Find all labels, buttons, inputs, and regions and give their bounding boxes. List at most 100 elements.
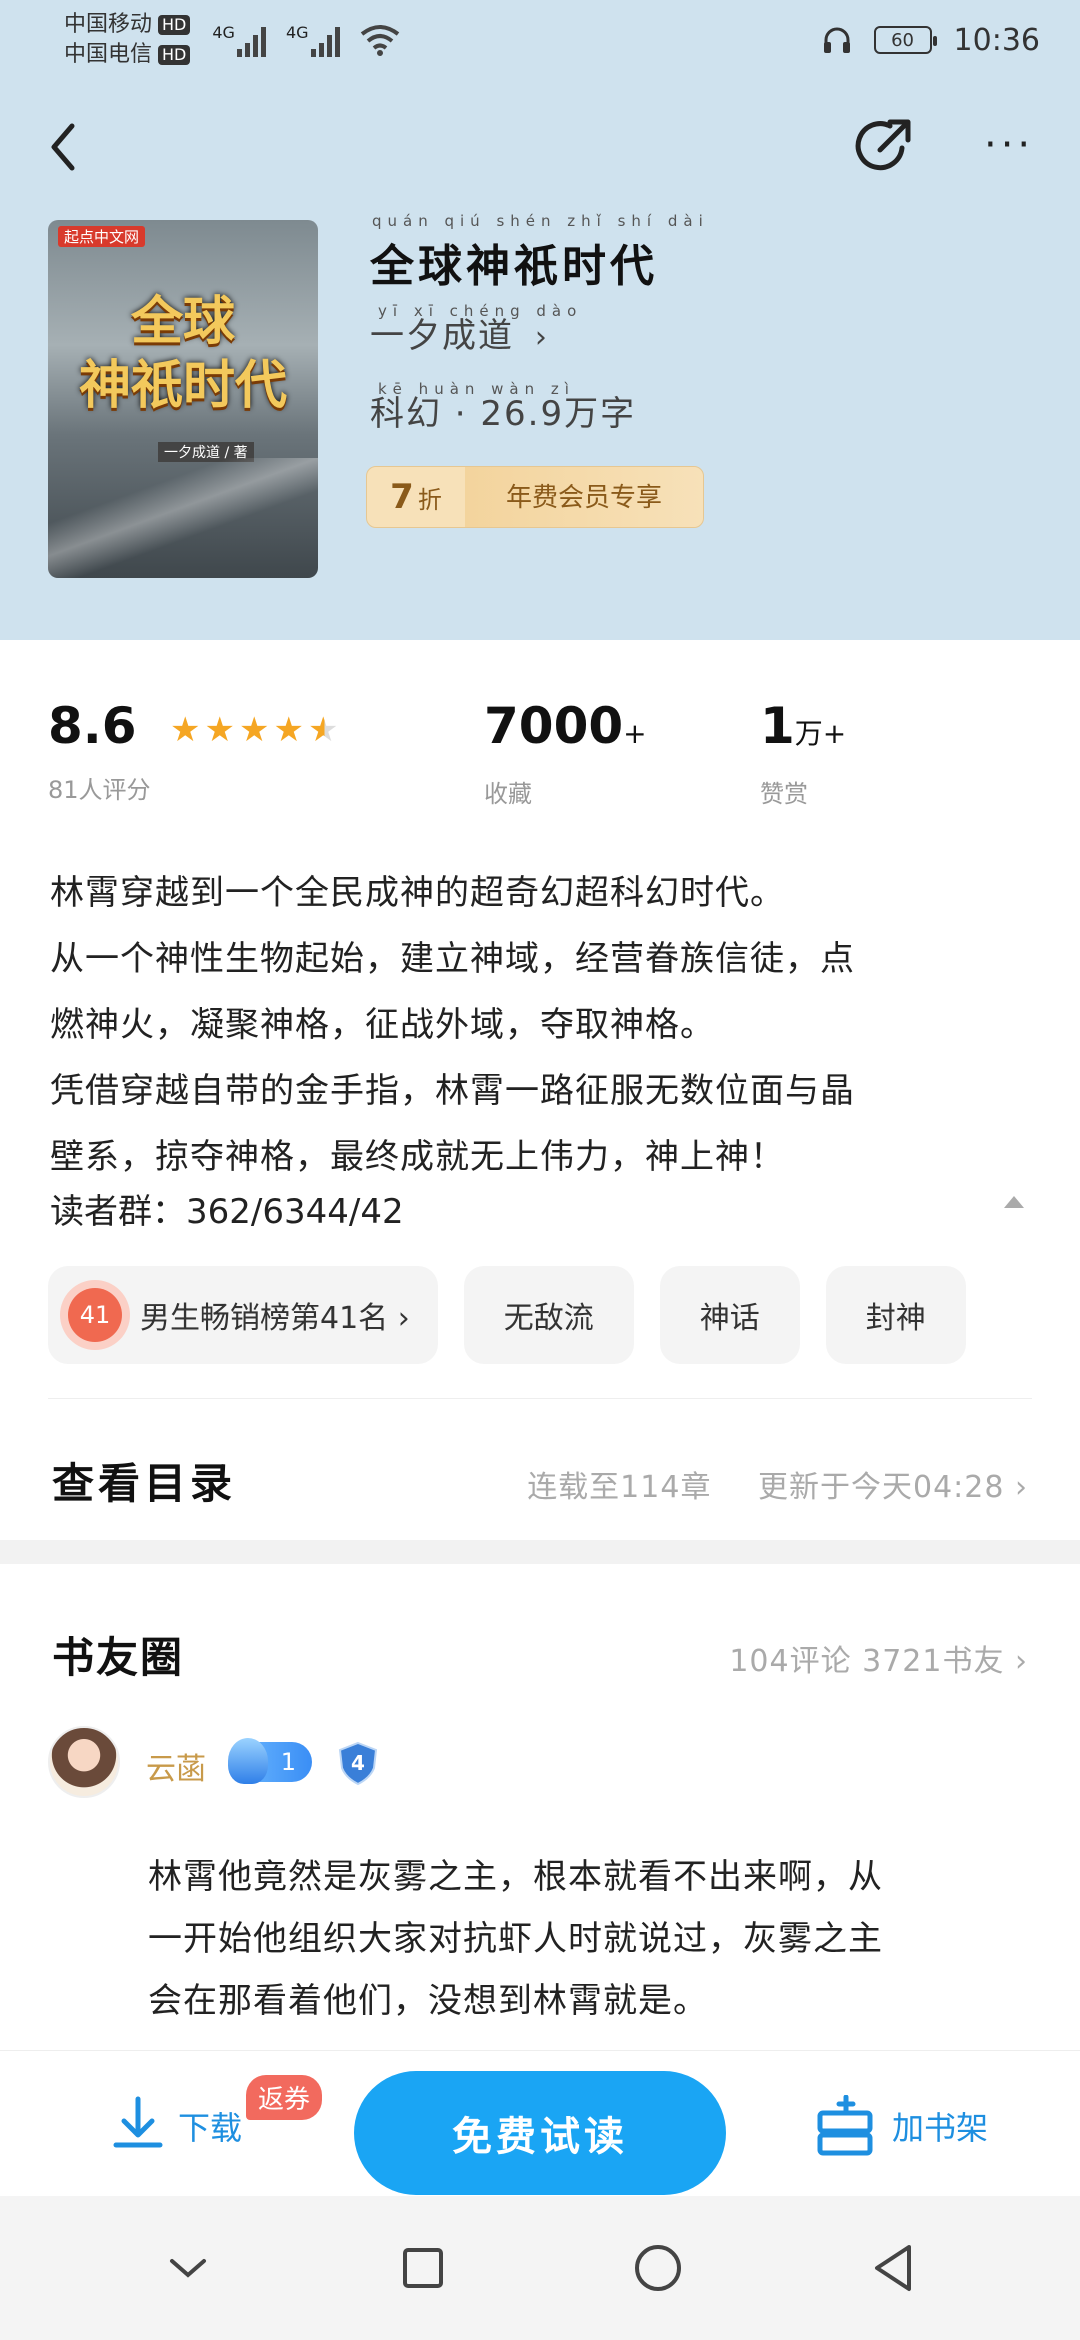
carriers: 中国移动 HD 中国电信 HD [64, 10, 191, 70]
headphones-icon [823, 27, 850, 53]
circle-title: 书友圈 [52, 1633, 185, 1682]
vip-discount-value: 7 [390, 477, 414, 517]
network-type-1: 4G [212, 23, 235, 42]
star-icon: ★ [170, 709, 201, 750]
rewards-value-row: 1万+ [760, 696, 846, 764]
carrier-2: 中国电信 [64, 42, 153, 67]
book-genre-words: 科幻 · 26.9万字 [370, 394, 637, 434]
comment-username[interactable]: 云菡 [146, 1744, 206, 1788]
nav-recents-button[interactable] [393, 2238, 453, 2298]
collapse-arrow-icon[interactable] [1004, 1196, 1024, 1208]
book-description[interactable]: 林霄穿越到一个全民成神的超奇幻超科幻时代。 从一个神性生物起始，建立神域，经营眷… [50, 860, 1040, 1190]
rating-value-row: 8.6 ★ ★ ★ ★ ★ [48, 696, 338, 760]
star-icon: ★ [273, 709, 304, 750]
reader-group[interactable]: 读者群：362/6344/42 [50, 1184, 404, 1233]
wifi-icon [360, 25, 399, 56]
rank-badge: 41 [68, 1288, 122, 1342]
rating-label: 81人评分 [48, 775, 151, 804]
nav-back-button[interactable] [863, 2238, 923, 2298]
favorites-value: 7000 [484, 697, 624, 755]
stat-favorites: 7000+ 收藏 [484, 696, 647, 809]
free-read-button[interactable]: 免费试读 [354, 2071, 726, 2195]
cover-publisher: 起点中文网 [58, 226, 146, 247]
tag-row: 41 男生畅销榜第41名 › 无敌流 神话 封神 [48, 1266, 1080, 1364]
author-name: 一夕成道 [370, 316, 514, 356]
star-half-icon: ★ [308, 700, 338, 760]
book-cover[interactable]: 起点中文网 全球 神祇时代 一夕成道 / 著 [48, 220, 318, 578]
description-line: 凭借穿越自带的金手指，林霄一路征服无数位面与晶 [50, 1071, 855, 1111]
book-info-card: 8.6 ★ ★ ★ ★ ★ 81人评分 7000+ 收藏 1万+ 赞赏 林霄穿越… [0, 640, 1080, 1540]
genre-tag[interactable]: 封神 [825, 1266, 966, 1364]
add-to-shelf-button[interactable]: 加书架 [816, 2095, 988, 2157]
chevron-right-icon: › [534, 320, 549, 355]
genre-tag[interactable]: 神话 [659, 1266, 800, 1364]
rating-value: 8.6 [48, 697, 137, 755]
description-line: 壁系，掠夺神格，最终成就无上伟力，神上神！ [50, 1137, 785, 1177]
vip-text: 年费会员专享 [465, 467, 703, 527]
book-circle-section: 书友圈 104评论 3721书友 › 云菡 1 4 林霄他竟然是灰雾之主，根本就… [0, 1564, 1080, 2054]
rewards-suffix: 万+ [794, 717, 847, 750]
avatar[interactable] [48, 1726, 120, 1798]
share-icon [855, 119, 911, 171]
signal-2: 4G [286, 23, 340, 57]
genre-tag[interactable]: 无敌流 [463, 1266, 634, 1364]
book-title: 全球神祇时代 [370, 241, 658, 292]
stat-rating[interactable]: 8.6 ★ ★ ★ ★ ★ 81人评分 [48, 696, 338, 805]
hd-badge-1: HD [158, 15, 191, 35]
comment-line: 一开始他组织大家对抗虾人时就说过，灰雾之主 [148, 1919, 883, 1959]
status-bar: 中国移动 HD 中国电信 HD 4G 4G 60 10:36 [0, 0, 1080, 80]
divider [48, 1398, 1032, 1399]
star-icon: ★ [204, 709, 235, 750]
add-shelf-label: 加书架 [892, 2109, 989, 2147]
chevron-down-icon [169, 2259, 206, 2278]
cover-mountain-art [48, 458, 318, 578]
clock: 10:36 [953, 22, 1040, 58]
signal-bars-1-icon [236, 23, 266, 57]
signal-1: 4G [212, 23, 266, 57]
toc-title: 查看目录 [52, 1459, 237, 1508]
favorites-suffix: + [623, 717, 647, 750]
rank-label: 男生畅销榜第41名 › [140, 1301, 410, 1336]
signal-bars-2-icon [310, 23, 340, 57]
bottom-action-bar: 下载 返券 免费试读 加书架 [0, 2050, 1080, 2196]
toc-chapters: 连载至114章 [527, 1470, 712, 1505]
description-line: 林霄穿越到一个全民成神的超奇幻超科幻时代。 [50, 873, 785, 913]
carrier-1: 中国移动 [64, 12, 153, 37]
stat-rewards[interactable]: 1万+ 赞赏 [760, 696, 846, 809]
book-header: ··· 起点中文网 全球 神祇时代 一夕成道 / 著 quán qiú shén… [0, 80, 1080, 640]
table-of-contents-row[interactable]: 查看目录 连载至114章 更新于今天04:28 › [0, 1400, 1080, 1540]
triangle-back-icon [874, 2245, 911, 2291]
toc-info: 连载至114章 更新于今天04:28 › [491, 1462, 1028, 1506]
system-navigation-bar [0, 2196, 1080, 2340]
comment-body[interactable]: 林霄他竟然是灰雾之主，根本就看不出来啊，从 一开始他组织大家对抗虾人时就说过，灰… [148, 1846, 1028, 2032]
rank-tag[interactable]: 41 男生畅销榜第41名 › [48, 1266, 438, 1364]
nav-hide-button[interactable] [158, 2238, 218, 2298]
screen: 中国移动 HD 中国电信 HD 4G 4G 60 10:36 ··· 起点中文网… [0, 0, 1080, 2340]
fan-level-badge: 1 [228, 1738, 312, 1784]
description-line: 燃神火，凝聚神格，征战外域，夺取神格。 [50, 1005, 715, 1045]
cover-title-line-2: 神祇时代 [78, 356, 287, 416]
vip-discount: 7 折 [367, 467, 465, 527]
carrier-row-2: 中国电信 HD [64, 40, 191, 70]
more-icon: ··· [984, 122, 1035, 168]
bookshelf-add-icon [817, 2095, 873, 2156]
carrier-row-1: 中国移动 HD [64, 10, 191, 40]
back-button[interactable] [48, 120, 88, 180]
author-link[interactable]: 一夕成道 › [370, 308, 549, 357]
battery-icon: 60 [873, 26, 937, 54]
title-ruby: quán qiú shén zhǐ shí dài [372, 212, 709, 230]
shield-badge-number: 4 [351, 1751, 365, 1775]
signal-group: 4G 4G [212, 23, 399, 57]
chevron-left-icon [51, 123, 75, 171]
circle-home-icon [634, 2245, 681, 2291]
cover-title: 全球 神祇时代 [48, 290, 318, 418]
vip-discount-badge[interactable]: 7 折 年费会员专享 [366, 466, 704, 528]
more-button[interactable]: ··· [984, 125, 1034, 165]
rewards-value: 1 [760, 697, 795, 755]
toc-updated: 更新于今天04:28 › [758, 1470, 1028, 1505]
vip-discount-unit: 折 [417, 485, 442, 514]
nav-home-button[interactable] [628, 2238, 688, 2298]
download-button[interactable]: 下载 [110, 2095, 242, 2157]
share-button[interactable] [850, 114, 916, 180]
circle-info-link[interactable]: 104评论 3721书友 › [729, 1636, 1028, 1680]
